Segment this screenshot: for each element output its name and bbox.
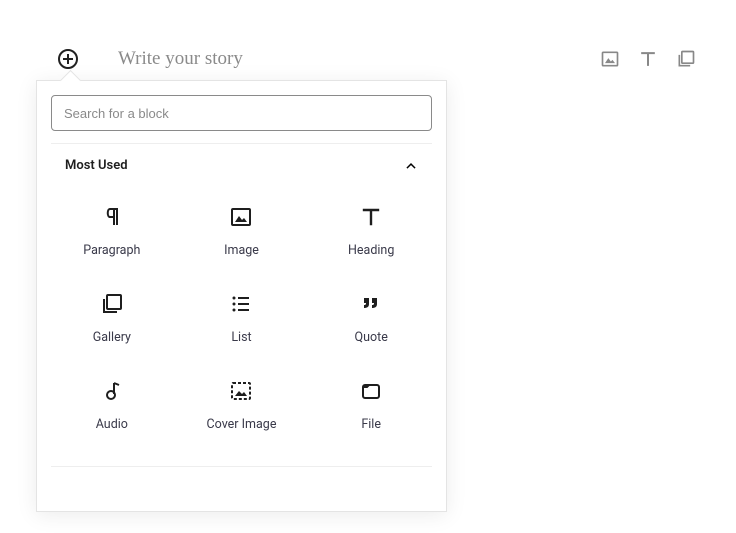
image-icon[interactable]: [600, 49, 620, 69]
search-wrap: [37, 81, 446, 143]
list-icon: [229, 292, 253, 316]
inline-toolbar: [600, 49, 696, 69]
add-block-button[interactable]: [58, 49, 78, 69]
block-label: Cover Image: [207, 417, 277, 432]
block-item-list[interactable]: List: [177, 274, 307, 361]
image-icon: [229, 205, 253, 229]
chevron-up-icon: [404, 159, 418, 173]
quote-icon: [359, 292, 383, 316]
block-list-scroll[interactable]: Most Used Paragraph Image Heading Galler…: [37, 144, 446, 511]
block-label: Paragraph: [83, 243, 140, 258]
block-item-gallery[interactable]: Gallery: [47, 274, 177, 361]
block-item-audio[interactable]: Audio: [47, 361, 177, 448]
section-title: Most Used: [65, 158, 128, 173]
file-icon: [359, 379, 383, 403]
pilcrow-icon: [100, 205, 124, 229]
block-label: Gallery: [93, 330, 131, 345]
cover-image-icon: [229, 379, 253, 403]
heading-icon: [359, 205, 383, 229]
block-grid: Paragraph Image Heading Gallery List Quo…: [37, 179, 446, 448]
block-item-image[interactable]: Image: [177, 187, 307, 274]
block-inserter-popover: Most Used Paragraph Image Heading Galler…: [36, 80, 447, 512]
section-header-most-used[interactable]: Most Used: [37, 144, 446, 179]
block-search-input[interactable]: [51, 95, 432, 131]
block-item-file[interactable]: File: [306, 361, 436, 448]
block-label: Image: [224, 243, 259, 258]
heading-icon[interactable]: [638, 49, 658, 69]
audio-icon: [100, 379, 124, 403]
block-item-heading[interactable]: Heading: [306, 187, 436, 274]
block-item-paragraph[interactable]: Paragraph: [47, 187, 177, 274]
spacer: [37, 467, 446, 511]
block-label: File: [361, 417, 381, 432]
block-item-quote[interactable]: Quote: [306, 274, 436, 361]
block-item-cover-image[interactable]: Cover Image: [177, 361, 307, 448]
gallery-icon: [100, 292, 124, 316]
block-label: Audio: [96, 417, 128, 432]
block-label: Heading: [348, 243, 394, 258]
editor-top-row: Write your story: [58, 48, 696, 70]
block-label: Quote: [354, 330, 387, 345]
editor-placeholder[interactable]: Write your story: [118, 48, 243, 70]
block-label: List: [231, 330, 251, 345]
gallery-icon[interactable]: [676, 49, 696, 69]
